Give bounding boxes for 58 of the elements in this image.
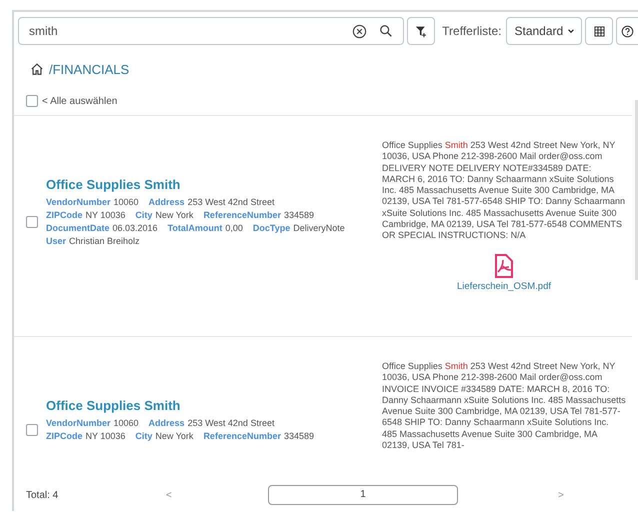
field-value: 06.03.2016 xyxy=(112,223,158,233)
help-button[interactable] xyxy=(616,17,638,45)
page-number-field[interactable]: 1 xyxy=(268,485,458,505)
checkbox[interactable] xyxy=(26,216,38,228)
result-title[interactable]: Office Supplies Smith xyxy=(46,398,180,413)
field-label: DocumentDate xyxy=(46,223,110,233)
filter-icon xyxy=(414,24,428,38)
home-icon[interactable] xyxy=(30,62,44,76)
field-value: 10060 xyxy=(114,418,139,428)
field-value: 253 West 42nd Street xyxy=(188,197,274,207)
field-value: NY 10036 xyxy=(86,210,126,220)
field-value: Christian Breiholz xyxy=(69,236,140,246)
next-page-button[interactable]: > xyxy=(558,490,576,500)
field-value: 334589 xyxy=(284,431,314,441)
total-count: Total: 4 xyxy=(26,490,60,500)
field-value: New York xyxy=(155,431,194,441)
field-value: New York xyxy=(155,210,194,220)
clear-icon[interactable] xyxy=(352,24,368,38)
field-label: VendorNumber xyxy=(46,418,111,428)
field-label: City xyxy=(135,210,152,220)
help-icon xyxy=(621,24,634,38)
checkbox[interactable] xyxy=(26,424,38,436)
file-link[interactable]: Lieferschein_OSM.pdf xyxy=(457,280,551,292)
chevron-icon xyxy=(567,27,576,35)
field-value: NY 10036 xyxy=(86,431,126,441)
scrollbar[interactable] xyxy=(635,100,638,280)
field-label: City xyxy=(135,431,152,441)
result-title[interactable]: Office Supplies Smith xyxy=(46,177,180,192)
field-label: Address xyxy=(148,418,185,428)
previous-page-button[interactable]: < xyxy=(166,490,184,500)
field-label: Address xyxy=(148,197,185,207)
field-value: 253 West 42nd Street xyxy=(188,418,274,428)
text-snippet: Office Supplies Smith 253 West 42nd Street New York, NY 10036, USA Phone 212-398-2600 Mail order@oss.com INVOICE INVOICE #334589 DATE: MARCH 8, 2016 TO: Danny Schaarmann xSuite Solutions Inc. 485 Massachusetts Avenue Suite 300 Cambridge, MA 02139, USA Tel 781-577-6548 SHIP TO: Danny Schaarmann xSuite Solutions Inc. 485 Massachusetts Avenue Suite 300 Cambridge, MA 02139, USA Tel 781- xyxy=(382,361,626,452)
field-label: User xyxy=(46,236,66,246)
search-field[interactable]: smith xyxy=(18,17,404,45)
breadcrumb-link[interactable]: /FINANCIALS xyxy=(49,62,130,76)
grid-button[interactable] xyxy=(585,17,614,45)
field-label: ReferenceNumber xyxy=(203,431,281,441)
field-label: TotalAmount xyxy=(168,223,222,233)
search-input[interactable]: smith xyxy=(29,24,340,38)
checkbox[interactable] xyxy=(26,95,38,107)
field-label: DocType xyxy=(252,223,290,233)
pdf-file-icon[interactable] xyxy=(494,254,514,278)
search-icon[interactable] xyxy=(379,24,394,38)
field-label: ZIPCode xyxy=(46,210,83,220)
result-list-dropdown[interactable]: Standard xyxy=(506,17,582,45)
field-label: ReferenceNumber xyxy=(203,210,281,220)
grid-icon xyxy=(594,26,605,36)
text-snippet: Office Supplies Smith 253 West 42nd Street New York, NY 10036, USA Phone 212-398-2600 Mail order@oss.com DELIVERY NOTE DELIVERY NOTE#334589 DATE: MARCH 6, 2016 TO: Danny Schaarmann xSuite Solutions Inc. 485 Massachusetts Avenue Suite 300 Cambridge, MA 02139, USA Tel 781-577-6548 SHIP TO: Danny Schaarmann xSuite Solutions Inc. 485 Massachusetts Avenue Suite 300 Cambridge, MA 02139, USA Tel 781-577-6548 COMMENTS OR SPECIAL INSTRUCTIONS: N/A xyxy=(382,140,626,242)
field-value: 0,00 xyxy=(225,223,243,233)
field-label: ZIPCode xyxy=(46,431,83,441)
field-label: VendorNumber xyxy=(46,197,111,207)
field-value: 10060 xyxy=(114,197,139,207)
select-all-label[interactable]: < Alle auswählen xyxy=(42,96,118,106)
field-value: DeliveryNote xyxy=(293,223,345,233)
result-list-label: Trefferliste: xyxy=(442,24,502,38)
filter-button[interactable] xyxy=(407,17,436,45)
field-value: 334589 xyxy=(284,210,314,220)
